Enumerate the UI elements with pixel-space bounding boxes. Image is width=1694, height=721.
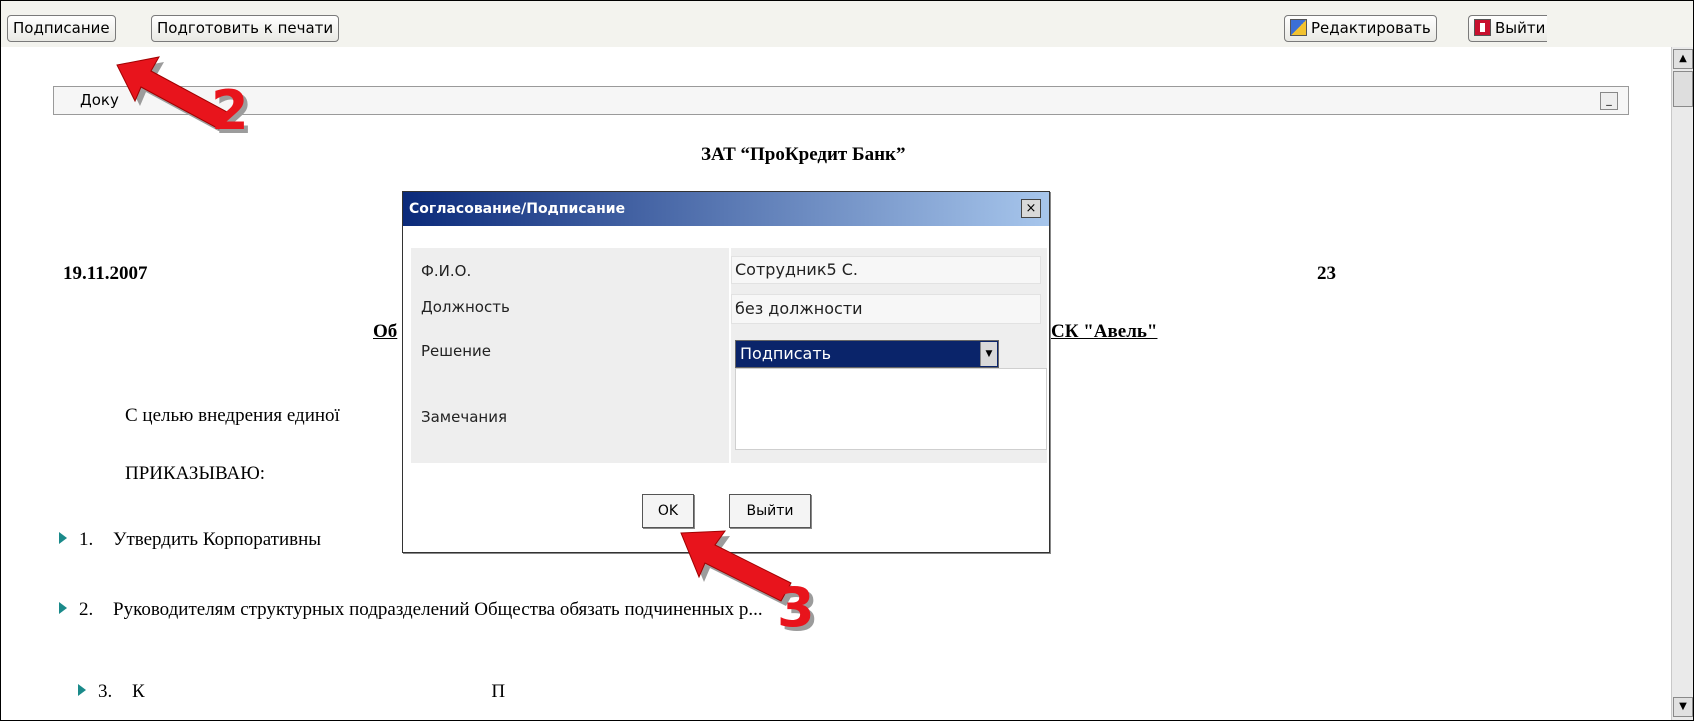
vertical-scrollbar[interactable]: ▲ ▼ [1671,47,1693,720]
dialog-title-bar[interactable]: Согласование/Подписание × [403,192,1049,226]
prepare-print-button[interactable]: Подготовить к печати [151,15,340,42]
fio-value: Сотрудник5 С. [731,256,1041,284]
scroll-up-button[interactable]: ▲ [1673,49,1693,69]
annotation-step-2: 2 [211,79,249,142]
exit-door-icon [1474,19,1491,36]
list-item[interactable]: 2. Руководителям структурных подразделени… [59,599,763,621]
position-label: Должность [421,298,510,316]
document-panel-header[interactable]: Доку _ [53,86,1629,115]
decision-label: Решение [421,342,492,360]
document-date: 19.11.2007 [63,263,148,284]
expand-bullet-icon[interactable] [78,684,86,696]
minimize-button[interactable]: _ [1600,92,1618,110]
scroll-down-button[interactable]: ▼ [1673,697,1693,717]
fio-row: Ф.И.О. Сотрудник5 С. [411,248,1047,288]
scroll-thumb[interactable] [1673,71,1693,107]
list-item-text: К П [132,681,506,702]
document-number: 23 [1317,263,1336,284]
expand-bullet-icon[interactable] [59,532,67,544]
remarks-textarea[interactable] [735,368,1047,450]
approval-dialog: Согласование/Подписание × Ф.И.О. Сотрудн… [402,191,1050,553]
position-value: без должности [731,294,1041,324]
list-item[interactable]: 1. Утвердить Корпоративны [59,529,321,551]
fio-label: Ф.И.О. [421,262,472,280]
expand-bullet-icon[interactable] [59,602,67,614]
decision-row: Решение Подписать ▼ [411,334,1047,368]
list-item-number: 3. [98,681,113,702]
dialog-title: Согласование/Подписание [409,201,626,217]
exit-button-label: Выйти [1495,19,1546,37]
decision-selected-value: Подписать [740,344,832,363]
edit-button-label: Редактировать [1311,19,1431,37]
list-item-text: Утвердить Корпоративны [113,529,322,550]
edit-icon [1290,19,1307,36]
annotation-step-3: 3 [777,576,815,639]
exit-button[interactable]: Выйти [1468,15,1548,42]
position-row: Должность без должности [411,292,1047,328]
edit-button[interactable]: Редактировать [1284,15,1437,42]
decision-select[interactable]: Подписать ▼ [735,340,999,368]
sign-button[interactable]: Подписание [7,15,116,42]
chevron-down-icon[interactable]: ▼ [980,342,997,366]
document-order-heading: ПРИКАЗЫВАЮ: [125,463,266,484]
list-item-number: 1. [79,529,94,550]
document-subject-start: Об [373,321,398,342]
document-title: ЗАТ “ПроКредит Банк” [701,144,906,165]
document-subject-end: СК "Авель" [1051,321,1158,342]
remarks-label: Замечания [421,408,507,426]
list-item-number: 2. [79,599,94,620]
close-icon[interactable]: × [1021,199,1041,218]
app-window: Подписание Подготовить к печати Редактир… [0,0,1694,721]
list-item-text: Руководителям структурных подразделений … [113,599,763,620]
toolbar: Подписание Подготовить к печати Редактир… [1,1,1693,47]
document-paragraph: С целью внедрения единої [125,405,340,426]
dialog-form: Ф.И.О. Сотрудник5 С. Должность без должн… [411,248,1047,463]
list-item[interactable]: 3. К П [59,659,506,720]
